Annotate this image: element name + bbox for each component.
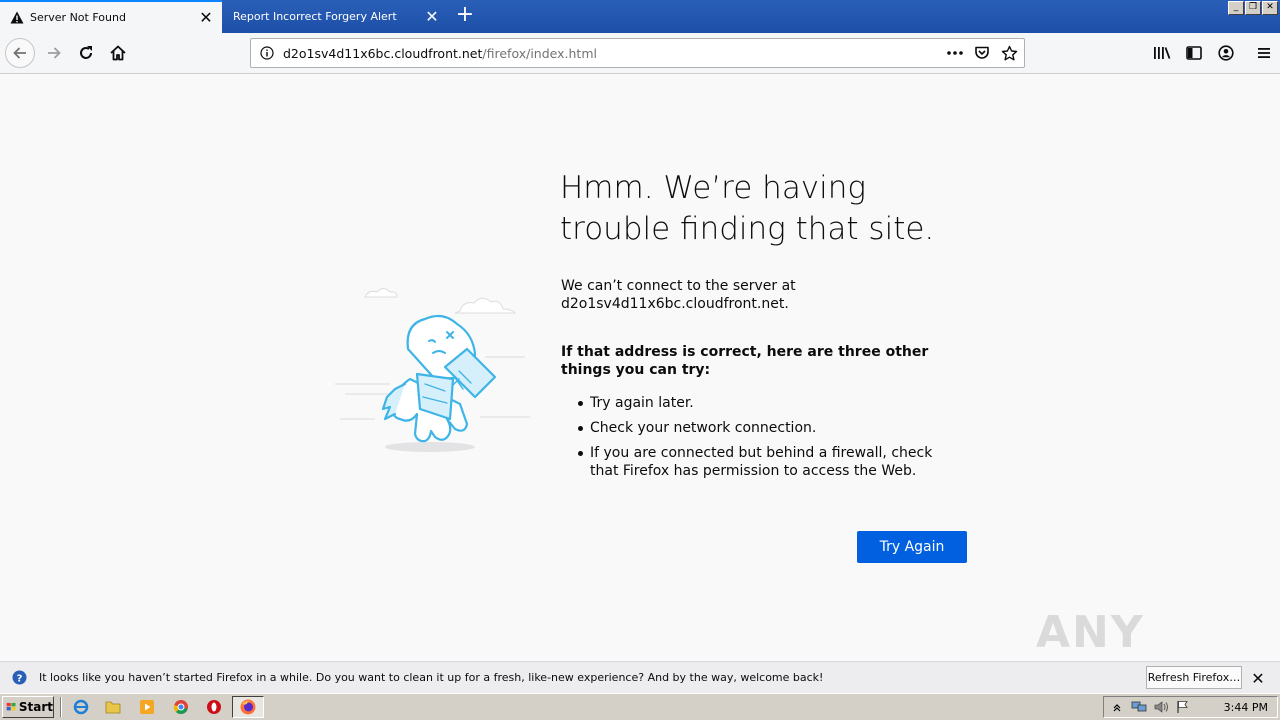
error-description: We can’t connect to the server at d2o1sv… bbox=[561, 278, 796, 312]
action-center-flag-icon[interactable] bbox=[1174, 699, 1192, 715]
tab-report-forgery[interactable]: Report Incorrect Forgery Alert ✕ bbox=[222, 0, 448, 33]
restore-button[interactable]: ❐ bbox=[1245, 1, 1261, 15]
tab-server-not-found[interactable]: Server Not Found ✕ bbox=[0, 0, 222, 33]
tab-strip: Server Not Found ✕ Report Incorrect Forg… bbox=[0, 0, 1280, 33]
taskbar-separator bbox=[60, 697, 62, 717]
reload-button[interactable] bbox=[72, 39, 100, 67]
media-player-icon[interactable] bbox=[138, 698, 156, 716]
close-tab-icon[interactable]: ✕ bbox=[198, 9, 214, 26]
opera-icon[interactable] bbox=[205, 698, 223, 716]
error-suggestions-list: Try again later. Check your network conn… bbox=[575, 394, 960, 487]
internet-explorer-icon[interactable] bbox=[72, 698, 90, 716]
info-icon[interactable] bbox=[259, 45, 275, 61]
error-suggestions-heading: If that address is correct, here are thr… bbox=[561, 344, 929, 378]
taskbar: Start 3:44 PM bbox=[0, 693, 1280, 720]
hamburger-menu-icon bbox=[1258, 48, 1270, 58]
start-button[interactable]: Start bbox=[2, 696, 54, 718]
volume-icon[interactable] bbox=[1152, 699, 1170, 715]
arrow-right-icon bbox=[48, 47, 61, 59]
tab-label: Server Not Found bbox=[30, 11, 126, 24]
refresh-firefox-button[interactable]: Refresh Firefox… bbox=[1146, 666, 1242, 689]
url-actions bbox=[946, 44, 1018, 62]
system-tray: 3:44 PM bbox=[1103, 696, 1278, 718]
pocket-icon[interactable] bbox=[973, 44, 991, 62]
tab-label: Report Incorrect Forgery Alert bbox=[233, 10, 397, 23]
navigation-toolbar: d2o1sv4d11x6bc.cloudfront.net/firefox/in… bbox=[0, 33, 1280, 74]
open-menu-button[interactable] bbox=[1248, 39, 1280, 67]
window-controls: _ ❐ ✕ bbox=[1228, 1, 1278, 15]
library-icon bbox=[1154, 47, 1171, 59]
chrome-icon[interactable] bbox=[172, 698, 190, 716]
close-notification-icon[interactable]: ✕ bbox=[1250, 669, 1266, 688]
close-tab-icon[interactable]: ✕ bbox=[424, 8, 440, 25]
firefox-taskbar-button[interactable] bbox=[232, 696, 264, 718]
sidebar-icon bbox=[1186, 46, 1202, 60]
reload-icon bbox=[80, 46, 92, 59]
bookmark-star-icon[interactable] bbox=[1000, 44, 1018, 62]
toolbar-right bbox=[1146, 39, 1280, 67]
try-again-button[interactable]: Try Again bbox=[857, 531, 967, 563]
new-tab-button[interactable]: + bbox=[452, 4, 478, 28]
windows-logo-icon bbox=[6, 702, 16, 711]
firefox-icon bbox=[240, 699, 256, 715]
arrow-left-icon bbox=[13, 47, 26, 59]
minimize-button[interactable]: _ bbox=[1228, 1, 1244, 15]
page-actions-icon[interactable] bbox=[946, 44, 964, 62]
warning-icon bbox=[9, 10, 25, 26]
tray-expand-icon[interactable] bbox=[1108, 699, 1126, 715]
sidebar-toggle-button[interactable] bbox=[1178, 39, 1210, 67]
svg-text:?: ? bbox=[16, 673, 22, 684]
clock[interactable]: 3:44 PM bbox=[1224, 701, 1268, 714]
url-text[interactable]: d2o1sv4d11x6bc.cloudfront.net/firefox/in… bbox=[283, 46, 597, 61]
home-button[interactable] bbox=[104, 39, 132, 67]
forward-button[interactable] bbox=[40, 39, 68, 67]
network-icon[interactable] bbox=[1130, 699, 1148, 715]
url-host: d2o1sv4d11x6bc.cloudfront.net bbox=[283, 45, 483, 61]
url-bar[interactable]: d2o1sv4d11x6bc.cloudfront.net/firefox/in… bbox=[250, 38, 1025, 68]
notification-bar: ? It looks like you haven’t started Fire… bbox=[0, 661, 1280, 693]
list-item: Check your network connection. bbox=[575, 419, 960, 437]
file-explorer-icon[interactable] bbox=[104, 698, 122, 716]
account-icon bbox=[1218, 45, 1234, 61]
url-path: /firefox/index.html bbox=[482, 45, 597, 61]
back-button[interactable] bbox=[5, 38, 35, 68]
start-label: Start bbox=[18, 700, 53, 714]
library-button[interactable] bbox=[1146, 39, 1178, 67]
list-item: If you are connected but behind a firewa… bbox=[575, 444, 960, 480]
close-window-button[interactable]: ✕ bbox=[1262, 1, 1278, 15]
home-icon bbox=[110, 45, 126, 61]
notification-text: It looks like you haven’t started Firefo… bbox=[39, 671, 824, 684]
error-title: Hmm. We’re having trouble finding that s… bbox=[560, 170, 935, 247]
error-illustration-icon bbox=[335, 288, 530, 452]
page-content: Hmm. We’re having trouble finding that s… bbox=[0, 74, 1280, 709]
help-icon: ? bbox=[11, 670, 27, 686]
list-item: Try again later. bbox=[575, 394, 960, 412]
account-button[interactable] bbox=[1210, 39, 1242, 67]
